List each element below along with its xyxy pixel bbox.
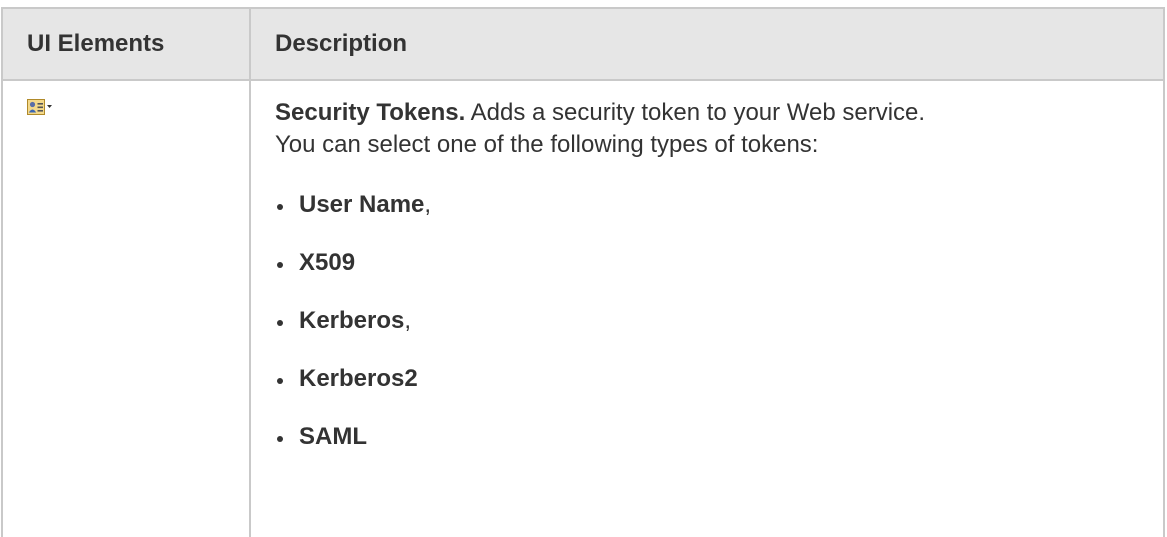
token-name: Kerberos2 bbox=[299, 365, 418, 392]
description-text: Security Tokens. Adds a security token t… bbox=[275, 97, 1139, 161]
ui-elements-table: UI Elements Description Security Tokens.… bbox=[1, 7, 1165, 537]
token-name: X509 bbox=[299, 249, 356, 276]
description-text-line2: You can select one of the following type… bbox=[275, 131, 819, 158]
description-title: Security Tokens. bbox=[275, 99, 466, 126]
list-item: User Name, bbox=[275, 189, 1139, 221]
table-row: Security Tokens. Adds a security token t… bbox=[1, 79, 1165, 537]
list-item: Kerberos, bbox=[275, 305, 1139, 337]
ui-element-cell bbox=[1, 79, 251, 537]
table-header-row: UI Elements Description bbox=[1, 7, 1165, 81]
token-suffix: , bbox=[404, 307, 412, 334]
header-description: Description bbox=[249, 7, 1165, 81]
token-name: SAML bbox=[299, 423, 367, 450]
list-item: X509 bbox=[275, 247, 1139, 279]
list-item: Kerberos2 bbox=[275, 363, 1139, 395]
token-name: Kerberos bbox=[299, 307, 405, 334]
token-types-list: User Name, X509 Kerberos, Kerberos2 SAML bbox=[275, 189, 1139, 453]
token-name: User Name bbox=[299, 191, 425, 218]
token-suffix: , bbox=[424, 191, 432, 218]
security-tokens-icon bbox=[27, 99, 53, 117]
description-text-line1: Adds a security token to your Web servic… bbox=[465, 99, 926, 126]
list-item: SAML bbox=[275, 421, 1139, 453]
description-cell: Security Tokens. Adds a security token t… bbox=[249, 79, 1165, 537]
header-ui-elements: UI Elements bbox=[1, 7, 251, 81]
